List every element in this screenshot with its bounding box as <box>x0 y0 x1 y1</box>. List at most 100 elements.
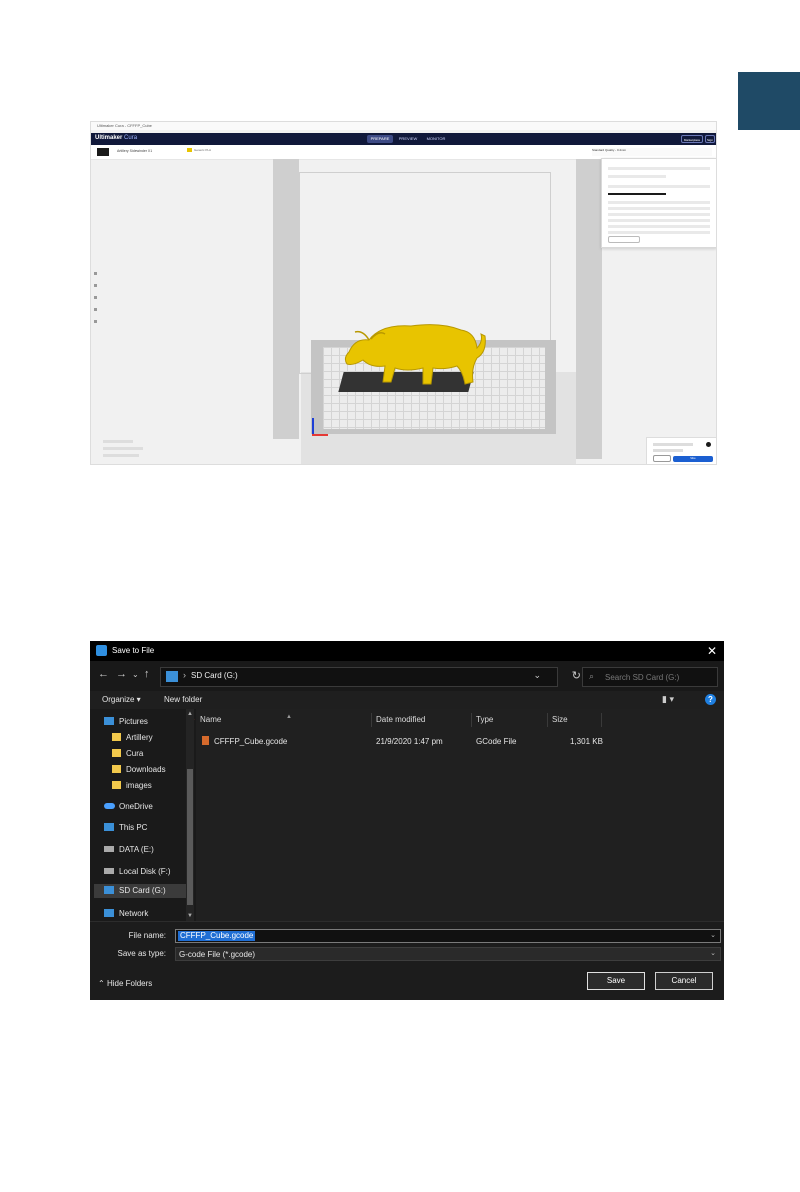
computer-icon <box>104 823 114 831</box>
navigation-scrollbar[interactable]: ▲ ▼ <box>186 709 194 921</box>
file-list: Name ▲ Date modified Type Size CFFFP_Cube… <box>196 709 724 921</box>
printer-left-tower <box>273 159 299 439</box>
recent-locations-icon[interactable]: ⌄ <box>132 670 139 679</box>
back-arrow-icon[interactable]: ← <box>98 668 109 680</box>
chevron-down-icon[interactable]: ⌄ <box>710 931 716 939</box>
save-as-type-value: G-code File (*.gcode) <box>179 950 256 959</box>
drive-icon <box>104 846 114 852</box>
file-name-label: File name: <box>128 931 166 940</box>
file-name: CFFFP_Cube.gcode <box>202 735 287 749</box>
help-icon[interactable]: ? <box>705 694 716 705</box>
material-swatch-icon <box>187 148 192 153</box>
up-arrow-icon[interactable]: ↑ <box>144 668 150 680</box>
new-folder-button[interactable]: New folder <box>164 695 202 704</box>
view-options-icon[interactable]: ▮ ▾ <box>662 694 674 705</box>
x-axis-indicator <box>312 434 328 436</box>
save-as-type-select[interactable]: G-code File (*.gcode) ⌄ <box>175 947 721 961</box>
sidebar-item-artillery[interactable]: Artillery <box>112 731 153 745</box>
column-header-size[interactable]: Size <box>548 713 602 727</box>
search-box: ⌕ <box>582 667 718 687</box>
chevron-down-icon[interactable]: ⌄ <box>710 949 716 957</box>
sidebar-item-local-disk-f[interactable]: Local Disk (F:) <box>104 865 171 879</box>
chevron-up-icon: ⌃ <box>98 979 105 988</box>
hide-folders-toggle[interactable]: ⌃ Hide Folders <box>98 979 152 988</box>
marketplace-button[interactable]: Marketplace <box>681 135 703 143</box>
refresh-icon[interactable]: ↻ <box>572 669 581 682</box>
cura-title-bar: Ultimaker Cura - CFFFP_Cube <box>91 122 716 130</box>
open-file-icon[interactable] <box>97 148 109 156</box>
info-icon[interactable] <box>706 442 711 447</box>
print-settings-panel <box>601 158 716 248</box>
breadcrumb-path[interactable]: SD Card (G:) <box>191 671 238 680</box>
scale-tool-icon[interactable] <box>94 284 97 287</box>
navigation-pane: Pictures📌 Artillery Cura Downloads image… <box>90 709 196 921</box>
save-to-file-dialog: Save to File ✕ ← → ⌄ ↑ › SD Card (G:) ⌄ … <box>90 641 724 1000</box>
stage-preview[interactable]: PREVIEW <box>395 135 421 143</box>
gcode-file-icon <box>202 736 209 745</box>
cancel-button[interactable]: Cancel <box>655 972 713 990</box>
stage-prepare[interactable]: PREPARE <box>367 135 393 143</box>
forward-arrow-icon[interactable]: → <box>116 668 127 680</box>
file-name-field[interactable]: CFFFP_Cube.gcode ⌄ <box>175 929 721 943</box>
cura-tool-column <box>93 272 99 332</box>
preview-button[interactable] <box>653 455 671 462</box>
dialog-title-bar: Save to File ✕ <box>90 641 724 661</box>
bull-model[interactable] <box>341 312 486 392</box>
close-icon[interactable]: ✕ <box>707 644 717 658</box>
sort-caret-icon: ▲ <box>286 714 292 720</box>
sidebar-item-onedrive[interactable]: OneDrive <box>104 800 153 814</box>
dialog-title: Save to File <box>112 646 155 655</box>
scroll-up-icon[interactable]: ▲ <box>187 711 193 717</box>
file-row[interactable]: CFFFP_Cube.gcode 21/9/2020 1:47 pm GCode… <box>196 735 616 749</box>
print-settings-selector[interactable]: Standard Quality - 0.2mm <box>592 148 712 156</box>
object-list <box>103 440 163 462</box>
dialog-footer: File name: CFFFP_Cube.gcode ⌄ Save as ty… <box>90 921 724 1000</box>
column-header-name[interactable]: Name ▲ <box>196 713 372 727</box>
cura-app-icon <box>96 645 107 656</box>
file-size: 1,301 KB <box>570 737 603 746</box>
search-icon: ⌕ <box>589 671 595 681</box>
scroll-down-icon[interactable]: ▼ <box>187 913 193 919</box>
sidebar-item-this-pc[interactable]: This PC <box>104 821 147 835</box>
support-tool-icon[interactable] <box>94 320 97 323</box>
breadcrumb-separator: › <box>183 670 186 680</box>
save-button[interactable]: Save <box>587 972 645 990</box>
drive-icon <box>104 868 114 874</box>
column-header-date-modified[interactable]: Date modified <box>372 713 472 727</box>
sidebar-item-images[interactable]: images <box>112 779 152 793</box>
command-bar: Organize ▾ New folder ▮ ▾ ? <box>90 691 724 710</box>
move-tool-icon[interactable] <box>94 272 97 275</box>
chevron-down-icon[interactable]: ⌄ <box>533 670 541 681</box>
sd-card-icon <box>104 886 114 894</box>
cura-header: Ultimaker Cura PREPARE PREVIEW MONITOR M… <box>91 133 716 150</box>
organize-button[interactable]: Organize ▾ <box>102 695 141 704</box>
search-input[interactable] <box>603 670 715 685</box>
pictures-icon <box>104 717 114 725</box>
address-bar[interactable]: › SD Card (G:) ⌄ ↻ <box>160 667 581 687</box>
recommended-button[interactable] <box>608 236 640 243</box>
slice-panel: Slice <box>646 437 716 464</box>
file-name-value[interactable]: CFFFP_Cube.gcode <box>178 931 256 941</box>
sidebar-item-network[interactable]: Network <box>104 907 148 921</box>
mirror-tool-icon[interactable] <box>94 308 97 311</box>
cura-logo: Ultimaker Cura <box>95 135 138 141</box>
slice-button[interactable]: Slice <box>673 456 713 462</box>
file-type: GCode File <box>476 737 517 746</box>
scroll-thumb[interactable] <box>187 769 193 905</box>
rotate-tool-icon[interactable] <box>94 296 97 299</box>
y-axis-indicator <box>312 418 314 434</box>
sign-in-button[interactable]: Sign in <box>705 135 715 150</box>
sidebar-item-cura[interactable]: Cura <box>112 747 143 761</box>
cura-screenshot: Ultimaker Cura - CFFFP_Cube Ultimaker Cu… <box>90 121 717 465</box>
sidebar-item-data-e[interactable]: DATA (E:) <box>104 843 154 857</box>
stage-monitor[interactable]: MONITOR <box>423 135 449 143</box>
sidebar-item-pictures[interactable]: Pictures📌 <box>104 715 195 729</box>
sd-card-icon <box>166 671 178 682</box>
chapter-tab-marker <box>738 72 800 130</box>
sidebar-item-sd-card-g[interactable]: SD Card (G:) <box>94 884 192 898</box>
material-selector[interactable]: Generic PLA <box>187 148 211 153</box>
printer-selector[interactable]: Artillery Sidewinder X1 <box>117 149 152 153</box>
column-header-type[interactable]: Type <box>472 713 548 727</box>
sidebar-item-downloads[interactable]: Downloads <box>112 763 166 777</box>
file-date: 21/9/2020 1:47 pm <box>376 737 443 746</box>
